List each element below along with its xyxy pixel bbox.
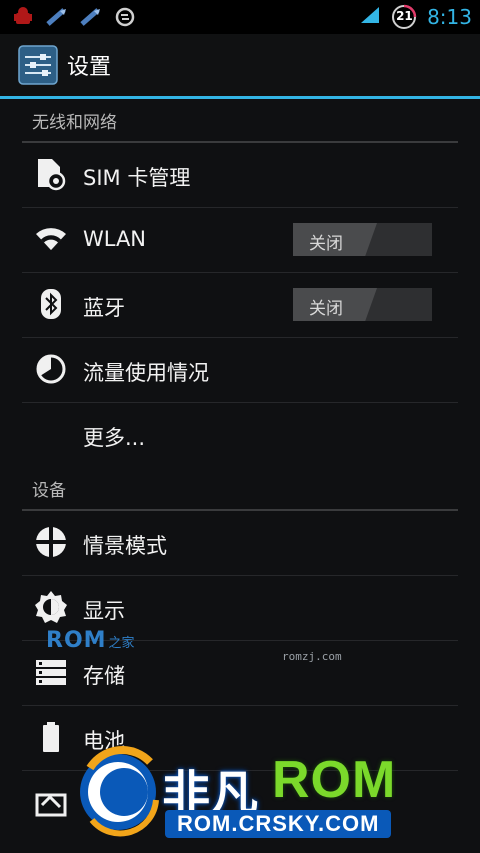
- usb-icon: [80, 6, 102, 28]
- page-title: 设置: [67, 55, 112, 80]
- notification-badge: 21: [391, 4, 417, 30]
- toggle-state-label: 关闭: [309, 234, 343, 254]
- android-debug-icon: [12, 6, 34, 28]
- display-brightness-icon: [34, 590, 68, 624]
- settings-item-bluetooth[interactable]: 蓝牙 关闭: [22, 273, 458, 338]
- section-header-label: 设备: [32, 481, 66, 501]
- watermark-brand: ROM: [46, 628, 107, 653]
- settings-item-label: 流量使用情况: [83, 361, 209, 385]
- battery-icon: [34, 720, 68, 754]
- watermark-brand-suffix: 之家: [108, 636, 135, 651]
- settings-item-label: WLAN: [83, 227, 147, 251]
- notification-count: 21: [396, 9, 413, 23]
- settings-item-label: 蓝牙: [83, 296, 125, 320]
- watermark-url-big: ROM.CRSKY.COM: [165, 810, 392, 838]
- sim-card-icon: [34, 157, 68, 191]
- settings-item-label: SIM 卡管理: [83, 166, 191, 190]
- section-header-device: 设备: [22, 467, 458, 511]
- watermark-brand-big: ROM: [272, 751, 397, 809]
- usb-icon: [46, 6, 68, 28]
- clock: 8:13: [427, 5, 472, 29]
- wlan-toggle[interactable]: 关闭: [293, 223, 432, 256]
- settings-item-label: 情景模式: [83, 534, 167, 558]
- settings-item-data-usage[interactable]: 流量使用情况: [22, 338, 458, 403]
- settings-item-sim[interactable]: SIM 卡管理: [22, 143, 458, 208]
- sync-icon: [114, 6, 136, 28]
- signal-icon: [359, 5, 381, 29]
- settings-item-label: 存储: [83, 664, 125, 688]
- data-usage-icon: [34, 352, 68, 386]
- settings-item-wlan[interactable]: WLAN 关闭: [22, 208, 458, 273]
- wifi-icon: [34, 222, 68, 256]
- settings-sliders-icon[interactable]: [18, 45, 58, 85]
- settings-item-more[interactable]: 更多...: [22, 403, 458, 467]
- storage-icon: [34, 655, 68, 689]
- section-header-label: 无线和网络: [32, 113, 117, 133]
- section-header-wireless: 无线和网络: [22, 99, 458, 143]
- rom-home-watermark: ROM 之家: [46, 628, 135, 653]
- bluetooth-toggle[interactable]: 关闭: [293, 288, 432, 321]
- settings-item-label: 显示: [83, 599, 125, 623]
- settings-item-profiles[interactable]: 情景模式: [22, 511, 458, 576]
- action-bar: 设置: [0, 34, 480, 99]
- settings-item-label: 更多...: [83, 426, 146, 450]
- status-bar: 21 8:13: [0, 0, 480, 34]
- bluetooth-icon: [34, 287, 68, 321]
- profiles-icon: [34, 525, 68, 559]
- watermark-url: romzj.com: [282, 650, 342, 663]
- crsky-logo-icon: [70, 738, 170, 838]
- toggle-state-label: 关闭: [309, 299, 343, 319]
- crsky-rom-watermark: 非凡 ROM ROM.CRSKY.COM: [70, 738, 480, 848]
- apps-icon: [34, 785, 68, 819]
